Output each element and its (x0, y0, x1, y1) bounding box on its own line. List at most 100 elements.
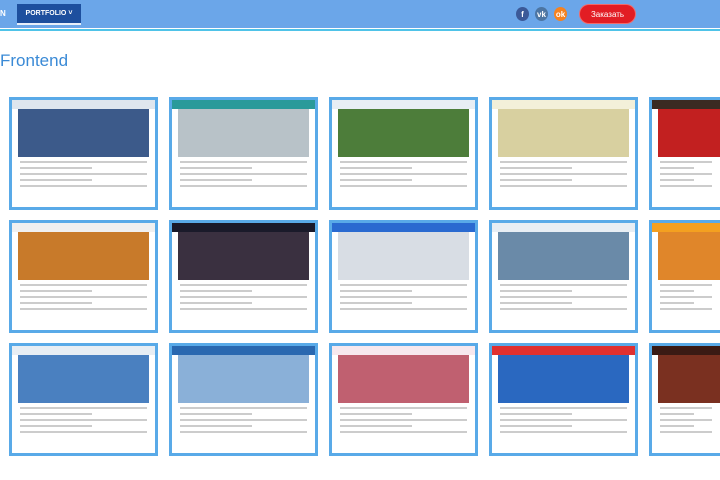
thumb-text-line (20, 431, 147, 433)
thumb-header (492, 100, 635, 109)
thumb-header (172, 346, 315, 355)
thumb-hero-image (18, 355, 149, 403)
portfolio-thumbnail[interactable] (649, 343, 720, 456)
thumb-text-line (500, 173, 627, 175)
portfolio-thumbnail[interactable] (329, 97, 478, 210)
thumb-text-line (180, 413, 252, 415)
portfolio-thumbnail[interactable] (169, 97, 318, 210)
thumb-text-line (180, 167, 252, 169)
thumb-text-line (20, 419, 147, 421)
thumb-text-line (20, 179, 92, 181)
order-button[interactable]: Заказать (580, 5, 635, 23)
portfolio-thumbnail[interactable] (169, 220, 318, 333)
thumb-hero-image (658, 109, 720, 157)
thumb-text-line (500, 413, 572, 415)
thumb-text-line (180, 308, 307, 310)
thumb-hero-image (498, 109, 629, 157)
vk-icon[interactable]: vk (535, 7, 548, 21)
thumb-text-line (660, 413, 694, 415)
thumb-text-line (180, 419, 307, 421)
thumb-text-line (660, 290, 694, 292)
thumb-text-line (20, 296, 147, 298)
thumb-text-line (340, 431, 467, 433)
thumb-header (12, 346, 155, 355)
thumb-text-line (500, 425, 572, 427)
thumb-text-line (660, 161, 712, 163)
nav-item-partial[interactable]: N (0, 9, 6, 18)
nav-item-portfolio[interactable]: PORTFOLIO ˅ (17, 4, 81, 25)
thumb-text-line (340, 413, 412, 415)
thumb-hero-image (178, 232, 309, 280)
thumb-text-line (500, 431, 627, 433)
odnoklassniki-icon[interactable]: ok (554, 7, 567, 21)
thumb-text-line (180, 425, 252, 427)
thumb-header (652, 100, 720, 109)
portfolio-thumbnail[interactable] (329, 343, 478, 456)
thumb-text-line (340, 185, 467, 187)
thumb-text-line (180, 431, 307, 433)
thumb-text-line (660, 167, 694, 169)
portfolio-thumbnail[interactable] (329, 220, 478, 333)
thumb-text-line (340, 302, 412, 304)
portfolio-thumbnail[interactable] (649, 220, 720, 333)
thumb-text-line (180, 302, 252, 304)
portfolio-thumbnail[interactable] (649, 97, 720, 210)
thumb-header (172, 223, 315, 232)
navbar-divider (0, 29, 720, 31)
thumb-text-line (660, 173, 712, 175)
thumb-hero-image (338, 232, 469, 280)
thumb-text-line (340, 296, 467, 298)
thumb-hero-image (338, 109, 469, 157)
portfolio-thumbnail[interactable] (489, 97, 638, 210)
thumb-header (12, 223, 155, 232)
thumb-hero-image (178, 355, 309, 403)
thumb-text-line (180, 161, 307, 163)
thumb-text-line (660, 308, 712, 310)
thumb-text-line (500, 179, 572, 181)
thumb-header (652, 346, 720, 355)
thumb-text-line (20, 407, 147, 409)
portfolio-thumbnail[interactable] (169, 343, 318, 456)
thumb-text-line (20, 308, 147, 310)
thumb-header (652, 223, 720, 232)
thumb-text-line (20, 167, 92, 169)
thumb-text-line (500, 308, 627, 310)
thumb-text-line (500, 407, 627, 409)
thumb-text-line (660, 284, 712, 286)
facebook-icon[interactable]: f (516, 7, 529, 21)
thumb-text-line (340, 173, 467, 175)
thumb-text-line (660, 425, 694, 427)
thumb-text-line (180, 290, 252, 292)
thumb-text-line (500, 302, 572, 304)
thumb-text-line (500, 290, 572, 292)
thumb-text-line (180, 407, 307, 409)
thumb-text-line (340, 167, 412, 169)
thumb-text-line (20, 425, 92, 427)
thumb-text-line (340, 425, 412, 427)
thumb-text-line (180, 284, 307, 286)
thumb-text-line (660, 185, 712, 187)
thumb-text-line (340, 308, 467, 310)
thumb-text-line (340, 419, 467, 421)
thumb-hero-image (658, 355, 720, 403)
thumb-text-line (500, 419, 627, 421)
thumb-text-line (20, 284, 147, 286)
section-title: Frontend (0, 51, 69, 70)
thumb-text-line (180, 185, 307, 187)
portfolio-thumbnail[interactable] (9, 220, 158, 333)
thumb-hero-image (498, 355, 629, 403)
thumb-text-line (180, 296, 307, 298)
thumb-text-line (20, 290, 92, 292)
thumb-text-line (660, 296, 712, 298)
thumb-text-line (20, 413, 92, 415)
portfolio-thumbnail[interactable] (9, 343, 158, 456)
thumb-hero-image (178, 109, 309, 157)
thumb-header (492, 346, 635, 355)
thumb-hero-image (658, 232, 720, 280)
portfolio-thumbnail[interactable] (489, 343, 638, 456)
thumb-text-line (340, 179, 412, 181)
thumb-text-line (340, 161, 467, 163)
thumb-text-line (340, 284, 467, 286)
portfolio-thumbnail[interactable] (489, 220, 638, 333)
portfolio-thumbnail[interactable] (9, 97, 158, 210)
